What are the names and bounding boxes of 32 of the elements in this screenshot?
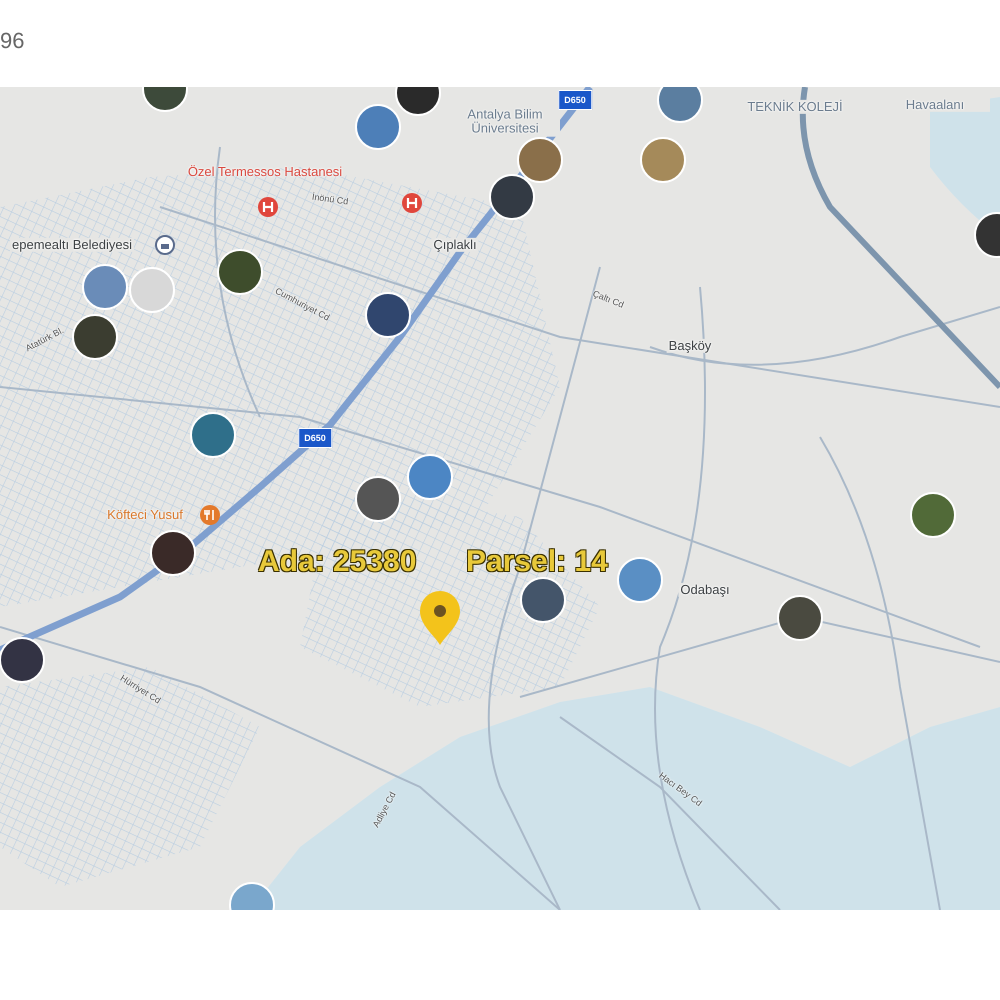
route-shield: D650: [298, 428, 332, 448]
photo-placeholder[interactable]: [0, 637, 45, 683]
map-label: Çıplaklı: [431, 238, 479, 252]
photo-placeholder[interactable]: [777, 595, 823, 641]
hospital-icon[interactable]: [258, 197, 278, 217]
map-label: Başköy: [666, 338, 714, 354]
photo-placeholder[interactable]: [974, 212, 1000, 258]
photo-placeholder[interactable]: [72, 314, 118, 360]
map-label: epemealtı Belediyesi: [10, 238, 134, 252]
photo-placeholder[interactable]: [142, 87, 188, 112]
photo-placeholder[interactable]: [217, 249, 263, 295]
photo-placeholder[interactable]: [910, 492, 956, 538]
photo-placeholder[interactable]: [355, 476, 401, 522]
listing-count: 96: [0, 28, 24, 54]
map-label: Çaltı Cd: [591, 289, 625, 311]
photo-placeholder[interactable]: [395, 87, 441, 116]
photo-placeholder[interactable]: [489, 174, 535, 220]
map-label: Adliye Cd: [372, 790, 398, 830]
restaurant-icon[interactable]: [200, 505, 220, 525]
map-label: Hacı Bey Cd: [656, 771, 704, 809]
photo-placeholder[interactable]: [365, 292, 411, 338]
photo-placeholder[interactable]: [150, 530, 196, 576]
parcel-number-label: Parsel: 14: [466, 545, 608, 579]
map-label: Köfteci Yusuf: [107, 508, 183, 522]
route-shield: D650: [558, 90, 592, 110]
photo-placeholder[interactable]: [520, 577, 566, 623]
map-label: İnönü Cd: [311, 192, 349, 208]
building-icon[interactable]: [155, 235, 175, 255]
map-label: Özel Termessos Hastanesi: [188, 164, 342, 180]
hospital-icon[interactable]: [402, 193, 422, 213]
parcel-block-label: Ada: 25380: [258, 545, 416, 579]
location-pin-icon: [420, 591, 460, 645]
